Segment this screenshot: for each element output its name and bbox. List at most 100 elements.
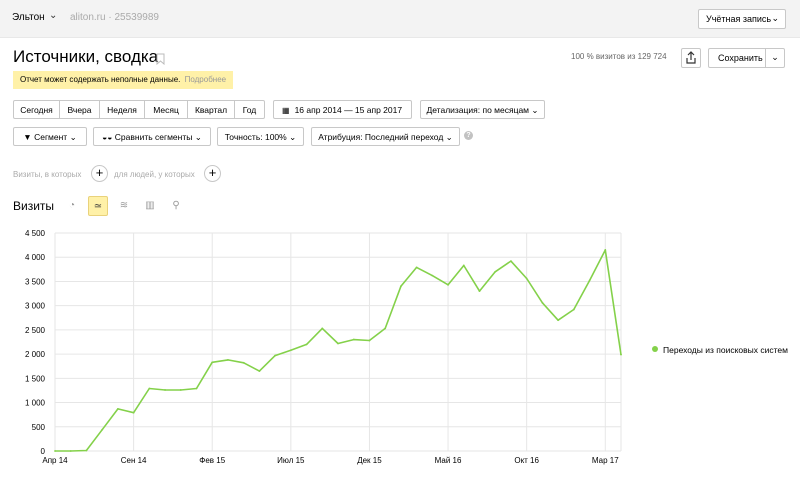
counter-site: aliton.ru · 25539989 — [70, 12, 159, 23]
data-point[interactable] — [274, 354, 277, 357]
warning-more-link[interactable]: Подробнее — [185, 75, 227, 84]
chart-series — [54, 249, 622, 452]
data-point[interactable] — [164, 389, 166, 391]
compare-segments-button[interactable]: ◒◒ Сравнить сегменты ⌄ — [93, 127, 211, 146]
data-point[interactable] — [399, 285, 402, 288]
data-point[interactable] — [116, 407, 119, 410]
bookmark-icon[interactable] — [156, 53, 165, 65]
accuracy-select[interactable]: Точность: 100% ⌄ — [217, 127, 304, 146]
data-point[interactable] — [494, 270, 497, 273]
attribution-select[interactable]: Атрибуция: Последний переход ⌄ — [311, 127, 460, 146]
x-tick-label: Май 16 — [435, 456, 462, 465]
data-point[interactable] — [352, 338, 355, 341]
visits-filter-label: Визиты, в которых — [13, 170, 82, 179]
detail-select[interactable]: Детализация: по месяцам ⌄ — [420, 100, 545, 119]
y-tick-label: 0 — [41, 447, 46, 456]
pie-chart-icon[interactable]: ◔ — [62, 196, 82, 216]
data-point[interactable] — [572, 308, 575, 311]
people-filter-label: для людей, у которых — [114, 170, 195, 179]
account-button[interactable]: Учётная запись ⌄ — [698, 9, 786, 29]
x-tick-label: Сен 14 — [121, 456, 147, 465]
save-button[interactable]: Сохранить — [708, 48, 766, 68]
data-point[interactable] — [85, 449, 88, 452]
data-point[interactable] — [242, 361, 245, 364]
help-icon[interactable]: ? — [464, 131, 473, 140]
data-point[interactable] — [148, 387, 151, 390]
data-point[interactable] — [132, 411, 135, 414]
date-range-picker[interactable]: ▦ 16 апр 2014 — 15 апр 2017 — [273, 100, 412, 119]
data-point[interactable] — [541, 301, 544, 304]
compare-label: Сравнить сегменты — [114, 132, 193, 142]
period-week[interactable]: Неделя — [100, 100, 145, 119]
data-point[interactable] — [321, 327, 324, 330]
segment-button[interactable]: ▼ Сегмент ⌄ — [13, 127, 87, 146]
x-tick-label: Фев 15 — [199, 456, 225, 465]
data-point[interactable] — [289, 349, 292, 352]
visits-chart: 0 500 1 000 1 500 2 000 2 500 3 000 3 500 4 000 4… — [25, 229, 622, 465]
x-tick-label: Июл 15 — [277, 456, 305, 465]
incomplete-data-warning: Отчет может содержать неполные данные. П… — [13, 71, 234, 89]
period-quarter[interactable]: Квартал — [188, 100, 235, 119]
period-year[interactable]: Год — [235, 100, 265, 119]
data-point[interactable] — [258, 370, 261, 372]
period-today[interactable]: Сегодня — [13, 100, 60, 119]
data-point[interactable] — [305, 343, 308, 346]
data-point[interactable] — [384, 327, 387, 330]
data-point[interactable] — [447, 283, 449, 286]
data-point[interactable] — [478, 290, 481, 293]
data-point[interactable] — [195, 387, 198, 390]
data-point[interactable] — [101, 428, 104, 431]
data-point[interactable] — [620, 353, 622, 356]
account-button-label: Учётная запись — [706, 14, 772, 24]
share-icon — [686, 51, 696, 64]
filter-icon: ▼ — [23, 132, 32, 142]
data-point[interactable] — [415, 266, 418, 269]
y-tick-label: 1 500 — [25, 374, 46, 383]
data-point[interactable] — [69, 450, 72, 452]
date-range-label: 16 апр 2014 — 15 апр 2017 — [294, 105, 403, 115]
data-point[interactable] — [557, 319, 560, 322]
x-tick-label: Дек 15 — [357, 456, 382, 465]
data-point[interactable] — [368, 339, 371, 342]
data-point[interactable] — [337, 342, 339, 345]
chevron-down-icon[interactable]: ⌄ — [49, 10, 57, 21]
map-icon[interactable]: ⚲ — [166, 196, 186, 216]
chart-y-axis: 0 500 1 000 1 500 2 000 2 500 3 000 3 500 4 000 4… — [25, 229, 46, 456]
period-yesterday[interactable]: Вчера — [60, 100, 100, 119]
data-point[interactable] — [179, 389, 182, 391]
calendar-icon: ▦ — [282, 106, 290, 115]
data-point[interactable] — [510, 260, 512, 262]
data-point[interactable] — [462, 264, 465, 267]
x-tick-label: Апр 14 — [42, 456, 68, 465]
export-button[interactable] — [681, 48, 701, 68]
data-point[interactable] — [54, 450, 56, 452]
data-point[interactable] — [211, 361, 214, 364]
bar-chart-icon[interactable]: ▥ — [140, 196, 160, 216]
detail-label: Детализация: по месяцам — [426, 105, 530, 115]
data-point[interactable] — [604, 249, 607, 251]
y-tick-label: 1 000 — [25, 399, 46, 408]
chevron-down-icon: ⌄ — [445, 132, 453, 142]
warning-text: Отчет может содержать неполные данные. — [20, 75, 181, 84]
data-point[interactable] — [227, 359, 229, 361]
compare-icon: ◒◒ — [102, 132, 113, 142]
data-point[interactable] — [431, 274, 434, 277]
legend-label[interactable]: Переходы из поисковых систем — [663, 345, 788, 355]
period-month[interactable]: Месяц — [145, 100, 188, 119]
attribution-label: Атрибуция: Последний переход — [318, 132, 444, 142]
add-people-filter-button[interactable]: + — [204, 165, 221, 182]
x-tick-label: Окт 16 — [514, 456, 539, 465]
chevron-down-icon: ⌄ — [289, 132, 297, 142]
visits-section-title: Визиты — [13, 199, 55, 213]
counter-name[interactable]: Эльтон — [12, 12, 45, 23]
save-menu-button[interactable]: ⌄ — [765, 48, 785, 68]
line-chart-icon[interactable]: ≃ — [88, 196, 108, 216]
area-chart-icon[interactable]: ≋ — [114, 196, 134, 216]
accuracy-label: Точность: 100% — [224, 132, 287, 142]
data-point[interactable] — [588, 279, 591, 282]
y-tick-label: 2 000 — [25, 350, 46, 359]
legend-swatch[interactable] — [652, 346, 658, 352]
series-line[interactable] — [55, 249, 622, 452]
add-visits-filter-button[interactable]: + — [91, 165, 108, 182]
data-point[interactable] — [525, 277, 528, 280]
